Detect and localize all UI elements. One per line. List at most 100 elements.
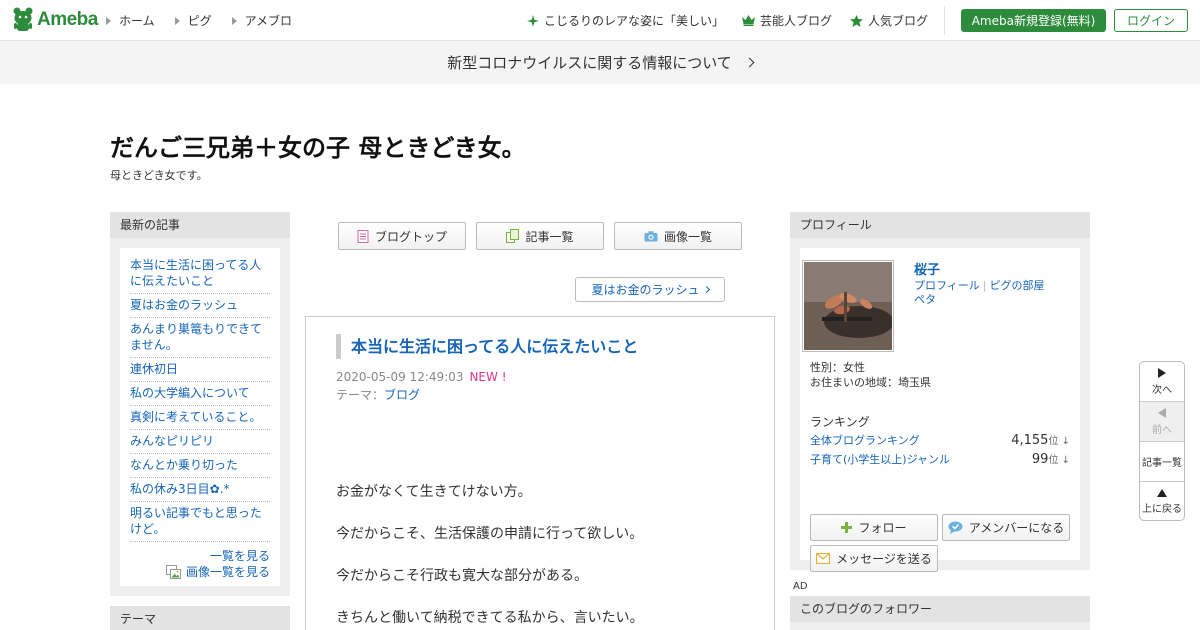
chevron-right-icon (744, 57, 755, 68)
amember-label: アメンバーになる (968, 521, 1065, 535)
float-next-label: 次へ (1152, 384, 1172, 396)
link-news-label: こじるりのレアな姿に「美しい」 (544, 14, 725, 28)
ranking-value: 99 (1031, 452, 1049, 467)
article-theme: テーマ：ブログ (336, 386, 420, 403)
blog-top-button[interactable]: ブログトップ (338, 222, 466, 250)
covid-notice-banner[interactable]: 新型コロナウイルスに関する情報について (0, 41, 1200, 84)
follow-button[interactable]: フォロー (810, 514, 938, 541)
float-list-button[interactable]: 記事一覧 (1140, 442, 1184, 482)
play-right-icon (1158, 367, 1166, 378)
profile-card: 桜子 プロフィール | ピグの部屋 ペタ 性別：女性 お住まいの地域：埼玉県 ランキ… (800, 248, 1080, 572)
float-top-button[interactable]: 上に戻る (1140, 482, 1184, 520)
profile-link[interactable]: プロフィール (914, 279, 980, 292)
triangle-up-icon (1157, 489, 1167, 497)
global-nav: ホーム ピグ アメブロ (106, 12, 292, 29)
nav-pigg[interactable]: ピグ (174, 12, 212, 29)
latest-article-item[interactable]: 私の大学編入について (130, 382, 270, 406)
profile-avatar[interactable] (802, 260, 894, 352)
profile-name[interactable]: 桜子 (914, 259, 940, 278)
float-prev-label: 前へ (1152, 424, 1172, 436)
blog-description: 母ときどき女です。 (110, 169, 208, 182)
article-date: 2020-05-09 12:49:03 (336, 370, 464, 384)
ranking-unit: 位 ↓ (1048, 455, 1070, 466)
camera-icon (644, 230, 658, 241)
login-button[interactable]: ログイン (1114, 9, 1188, 32)
header-divider (944, 6, 945, 35)
article-list-label: 記事一覧 (525, 229, 574, 244)
next-post-button[interactable]: 夏はお金のラッシュ (575, 277, 725, 302)
peta-link[interactable]: ペタ (914, 293, 936, 306)
article-list-button[interactable]: 記事一覧 (476, 222, 604, 250)
pigg-room-link[interactable]: ピグの部屋 (990, 279, 1045, 292)
article-theme-link[interactable]: ブログ (384, 388, 420, 402)
global-header: Ameba ホーム ピグ アメブロ こじるりのレアな姿に「美しい」 芸能人ブログ… (0, 0, 1200, 41)
speech-bubble-icon (948, 521, 963, 534)
latest-article-item[interactable]: 明るい記事でもと思ったけど。 (130, 502, 270, 542)
profile-heading: プロフィール (790, 212, 1090, 238)
latest-article-item[interactable]: 本当に生活に困ってる人に伝えたいこと (130, 254, 270, 294)
see-images-link[interactable]: 画像一覧を見る (186, 564, 270, 580)
message-button[interactable]: メッセージを送る (810, 545, 938, 572)
article-meta: 2020-05-09 12:49:03 NEW ! (336, 370, 507, 384)
link-popular-blog[interactable]: 人気ブログ (850, 12, 928, 29)
follow-label: フォロー (858, 521, 907, 535)
triangle-right-icon (106, 16, 111, 25)
article-theme-label: テーマ： (336, 388, 385, 402)
ranking-row: 子育て(小学生以上)ジャンル 99位 ↓ (810, 451, 1070, 467)
sparkle-icon (527, 14, 539, 27)
latest-article-item[interactable]: 夏はお金のラッシュ (130, 294, 270, 318)
latest-article-item[interactable]: なんとか乗り切った (130, 454, 270, 478)
latest-article-item[interactable]: みんなピリピリ (130, 430, 270, 454)
ranking-overall-link[interactable]: 全体ブログランキング (810, 432, 920, 448)
nav-home[interactable]: ホーム (106, 12, 155, 29)
float-next-button[interactable]: 次へ (1140, 362, 1184, 402)
latest-articles-heading: 最新の記事 (110, 212, 290, 238)
latest-articles-box: 本当に生活に困ってる人に伝えたいこと 夏はお金のラッシュ あんまり巣篭もりできて… (110, 238, 290, 596)
image-list-button[interactable]: 画像一覧 (614, 222, 742, 250)
latest-articles-list: 本当に生活に困ってる人に伝えたいこと 夏はお金のラッシュ あんまり巣篭もりできて… (120, 248, 280, 586)
ranking-value: 4,155 (1011, 433, 1049, 448)
link-news[interactable]: こじるりのレアな姿に「美しい」 (527, 12, 724, 29)
float-prev-button[interactable]: 前へ (1140, 402, 1184, 442)
article-paragraph: お金がなくて生きてけない方。 (336, 484, 532, 500)
next-post-label: 夏はお金のラッシュ (591, 283, 700, 297)
ameba-logo[interactable]: Ameba (12, 7, 98, 33)
profile-gender: 性別：女性 (810, 361, 865, 374)
copy-icon (506, 229, 520, 243)
article-entry: 本当に生活に困ってる人に伝えたいこと 2020-05-09 12:49:03 NE… (305, 316, 775, 630)
article-title[interactable]: 本当に生活に困ってる人に伝えたいこと (336, 334, 638, 359)
link-popular-blog-label: 人気ブログ (868, 14, 929, 28)
link-celebrity-blog[interactable]: 芸能人ブログ (742, 12, 832, 29)
chevron-right-icon (702, 285, 710, 294)
ranking-genre-link[interactable]: 子育て(小学生以上)ジャンル (810, 451, 950, 467)
see-all-articles-row: 一覧を見る (130, 548, 270, 564)
latest-article-item[interactable]: あんまり巣篭もりできてません。 (130, 318, 270, 358)
crown-icon (742, 15, 756, 26)
amember-button[interactable]: アメンバーになる (942, 514, 1070, 541)
ranking-unit: 位 ↓ (1048, 436, 1070, 447)
play-left-icon (1158, 407, 1166, 418)
right-sidebar: プロフィール 桜子 プロフィール | ピグの部屋 ペタ 性別：女性 お住まいの地… (790, 212, 1090, 572)
nav-home-label: ホーム (119, 14, 155, 28)
article-paragraph: 今だからこそ、生活保護の申請に行って欲しい。 (336, 526, 644, 542)
profile-info: 性別：女性 お住まいの地域：埼玉県 (810, 360, 931, 390)
article-body: お金がなくて生きてけない方。 今だからこそ、生活保護の申請に行って欲しい。 今だ… (336, 481, 644, 630)
see-all-articles-link[interactable]: 一覧を見る (210, 549, 270, 563)
latest-article-item[interactable]: 連休初日 (130, 358, 270, 382)
logo-text: Ameba (37, 9, 98, 30)
nav-ameblo[interactable]: アメブロ (231, 12, 293, 29)
image-list-label: 画像一覧 (663, 229, 712, 244)
link-separator: | (982, 279, 987, 292)
blog-title[interactable]: だんご三兄弟＋女の子 母ときどき女。 (110, 128, 526, 163)
message-label: メッセージを送る (836, 552, 932, 566)
article-paragraph: きちんと働いて納税できてる私から、言いたい。 (336, 610, 644, 626)
profile-residence: お住まいの地域：埼玉県 (810, 376, 931, 389)
triangle-right-icon (231, 16, 237, 25)
article-paragraph: 今だからこそ行政も寛大な部分がある。 (336, 568, 588, 584)
register-button[interactable]: Ameba新規登録(無料) (961, 9, 1106, 32)
latest-article-item[interactable]: 真剣に考えていること。 (130, 406, 270, 430)
nav-ameblo-label: アメブロ (244, 14, 293, 28)
document-icon (357, 229, 369, 243)
followers-box (790, 622, 1090, 630)
latest-article-item[interactable]: 私の休み3日目✿.* (130, 478, 270, 502)
